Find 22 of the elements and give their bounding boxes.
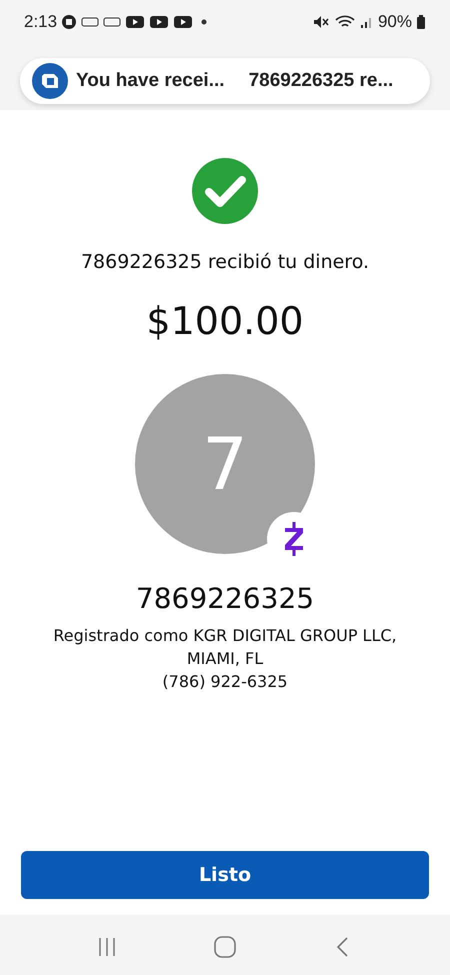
- video-icon: [125, 15, 146, 29]
- done-button[interactable]: Listo: [21, 851, 429, 899]
- success-check-icon: [192, 158, 258, 224]
- video-icon: [149, 15, 170, 29]
- bank-logo-icon: [32, 63, 68, 99]
- recipient-name: 7869226325: [136, 580, 314, 616]
- signal-icon: [360, 15, 374, 29]
- avatar: 7: [135, 374, 315, 554]
- recipient-location: MIAMI, FL: [186, 648, 264, 670]
- status-time: 2:13: [24, 11, 58, 34]
- z-logo-icon: [283, 520, 305, 556]
- home-icon[interactable]: [213, 935, 237, 959]
- recipient-phone: (786) 922-6325: [161, 670, 289, 693]
- confirmation-message: 7869226325 recibió tu dinero.: [80, 250, 370, 275]
- notification-text: 7869226325 re...: [248, 68, 394, 93]
- battery-percent: 90%: [378, 11, 412, 34]
- mute-icon: [312, 14, 330, 30]
- registered-name: Registrado como KGR DIGITAL GROUP LLC,: [53, 624, 397, 646]
- notification-title: You have recei...: [76, 68, 225, 93]
- amount: $100.00: [146, 298, 304, 344]
- battery-icon: [416, 14, 426, 30]
- video-icon: [173, 15, 194, 29]
